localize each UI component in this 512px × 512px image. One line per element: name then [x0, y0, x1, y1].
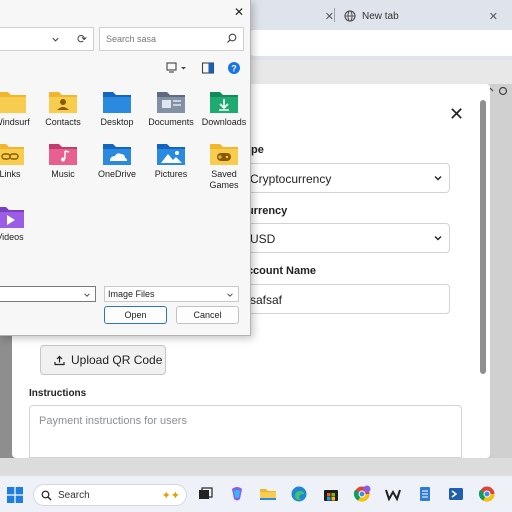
taskbar-search-label: Search — [58, 489, 90, 501]
file-item[interactable]: Links — [0, 140, 38, 180]
contacts-folder-icon — [49, 92, 77, 113]
chevron-down-icon — [434, 176, 442, 181]
refresh-icon[interactable]: ⟳ — [77, 32, 87, 46]
file-item-label: Saved Games — [209, 169, 239, 190]
desktop-gap — [0, 458, 512, 475]
account-name-value: safsaf — [250, 293, 283, 307]
documents-folder-icon — [157, 92, 185, 113]
view-options-icon[interactable] — [165, 60, 189, 76]
account-name-input[interactable]: safsaf — [238, 284, 450, 314]
saved-games-folder-icon — [210, 144, 238, 165]
file-item-label: Downloads — [201, 117, 247, 127]
currency-select-value: USD — [250, 232, 276, 246]
file-item-label: Pictures — [154, 169, 188, 179]
microsoft-store-icon[interactable] — [322, 485, 340, 503]
desktop-folder-icon — [103, 92, 131, 113]
music-folder-icon — [49, 144, 77, 165]
browser-tab-new[interactable]: New tab ✕ — [338, 4, 498, 28]
sparkle-icon: ✦✦ — [161, 490, 180, 502]
dialog-search-input[interactable]: Search sasa — [99, 27, 244, 51]
file-item-label: Links — [0, 169, 21, 179]
upload-icon — [54, 355, 65, 365]
powershell-icon[interactable] — [447, 485, 465, 503]
chrome-icon[interactable] — [478, 485, 496, 503]
notepad-icon[interactable] — [416, 485, 434, 503]
file-item[interactable]: Windsurf — [0, 88, 40, 128]
currency-select[interactable]: USD — [238, 223, 450, 253]
file-type-filter-value: Image Files — [108, 289, 155, 299]
taskbar: Search ✦✦ — [0, 475, 512, 512]
file-open-dialog: ✕ ⟳ Search sasa ? Windsurf Contacts Desk… — [0, 0, 251, 336]
preview-pane-icon[interactable] — [201, 60, 215, 76]
dialog-close-icon[interactable]: ✕ — [234, 5, 244, 19]
tab-close-icon[interactable]: ✕ — [325, 10, 334, 23]
file-item[interactable]: OneDrive — [89, 140, 145, 180]
file-item[interactable]: Videos — [0, 203, 38, 243]
search-icon — [227, 33, 237, 43]
upload-qr-label: Upload QR Code — [71, 353, 163, 367]
address-bar[interactable] — [250, 30, 512, 56]
onedrive-folder-icon — [103, 144, 131, 165]
cancel-button[interactable]: Cancel — [176, 306, 239, 324]
svg-text:?: ? — [231, 64, 237, 74]
file-item-label: Videos — [0, 232, 24, 242]
tab-divider — [334, 8, 335, 22]
browser-tab[interactable]: ✕ — [250, 4, 334, 28]
tab-close-icon[interactable]: ✕ — [489, 10, 498, 23]
windows-start-icon[interactable] — [7, 487, 23, 503]
file-explorer-icon[interactable] — [259, 485, 277, 503]
file-item-label: Music — [51, 169, 75, 179]
file-item-label: Desktop — [100, 117, 134, 127]
links-folder-icon — [0, 144, 24, 165]
taskbar-search[interactable]: Search ✦✦ — [33, 484, 187, 506]
instructions-label: Instructions — [29, 388, 87, 399]
downloads-folder-icon — [210, 92, 238, 113]
file-item[interactable]: Pictures — [143, 140, 199, 180]
file-item[interactable]: Music — [35, 140, 91, 180]
file-item[interactable]: Contacts — [35, 88, 91, 128]
dialog-search-placeholder: Search sasa — [106, 34, 157, 44]
wps-icon[interactable] — [384, 485, 402, 503]
file-item-label: Documents — [148, 117, 194, 127]
chevron-down-icon — [434, 236, 442, 241]
instructions-placeholder: Payment instructions for users — [39, 415, 187, 427]
open-button[interactable]: Open — [104, 306, 167, 324]
edge-icon[interactable] — [290, 485, 308, 503]
file-type-filter[interactable]: Image Files — [104, 286, 239, 302]
type-select-value: Cryptocurrency — [250, 172, 332, 186]
file-name-input[interactable] — [0, 286, 96, 302]
path-bar[interactable]: ⟳ — [0, 27, 94, 51]
file-item-label: Windsurf — [0, 117, 30, 127]
file-item[interactable]: Documents — [143, 88, 199, 128]
instructions-textarea[interactable]: Payment instructions for users — [29, 405, 462, 458]
file-item[interactable]: Downloads — [196, 88, 252, 128]
type-select[interactable]: Cryptocurrency — [238, 163, 450, 193]
chevron-down-icon — [227, 293, 233, 297]
tab-label: New tab — [362, 10, 399, 22]
chevron-down-icon[interactable] — [83, 291, 91, 299]
folder-icon — [0, 92, 26, 113]
file-item[interactable]: Saved Games — [196, 140, 252, 191]
globe-icon — [344, 10, 356, 22]
chevron-down-icon[interactable] — [51, 35, 60, 44]
file-item-label: Contacts — [45, 117, 81, 127]
file-item[interactable]: Desktop — [89, 88, 145, 128]
copilot-icon[interactable] — [228, 485, 246, 503]
modal-close-icon[interactable]: ✕ — [449, 104, 464, 125]
task-view-icon[interactable] — [196, 485, 214, 503]
page-header-strip — [250, 60, 512, 84]
search-icon — [41, 490, 52, 500]
help-icon[interactable]: ? — [227, 60, 241, 76]
file-item-label: OneDrive — [97, 169, 136, 179]
modal-scrollbar[interactable] — [479, 94, 487, 454]
videos-folder-icon — [0, 207, 24, 228]
upload-qr-button[interactable]: Upload QR Code — [40, 345, 166, 375]
chrome-profile-icon[interactable] — [353, 485, 371, 503]
pictures-folder-icon — [157, 144, 185, 165]
